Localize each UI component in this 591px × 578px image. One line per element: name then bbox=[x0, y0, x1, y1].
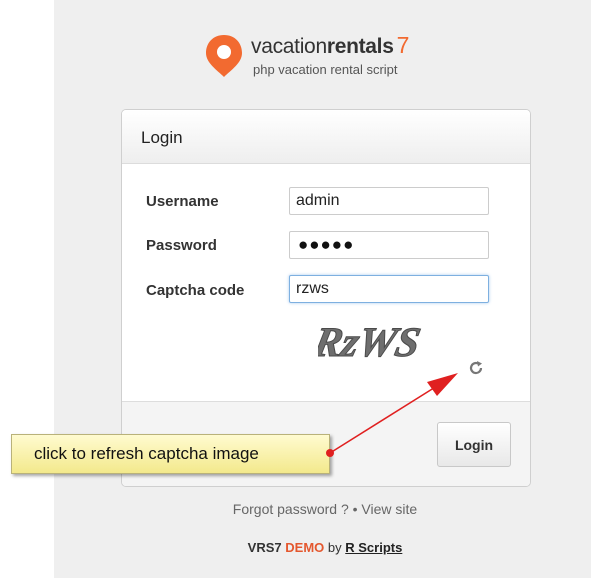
footer-links: Forgot password ? • View site bbox=[0, 501, 591, 517]
view-site-link[interactable]: View site bbox=[361, 501, 417, 517]
forgot-password-link[interactable]: Forgot password ? bbox=[233, 501, 349, 517]
brand-name-bold: rentals bbox=[326, 35, 394, 58]
username-input[interactable] bbox=[289, 187, 489, 215]
password-mask: ●●●●● bbox=[298, 235, 355, 254]
credit-product: VRS7 bbox=[247, 540, 282, 555]
annotation-callout: click to refresh captcha image bbox=[11, 434, 330, 474]
credit-by: by bbox=[327, 540, 342, 555]
map-pin-icon bbox=[206, 35, 242, 77]
login-button[interactable]: Login bbox=[437, 422, 511, 467]
brand-name: vacationrentals 7 bbox=[251, 32, 409, 59]
captcha-input[interactable] bbox=[289, 275, 489, 303]
credit-demo: DEMO bbox=[285, 540, 325, 555]
link-separator: • bbox=[352, 501, 358, 517]
r-scripts-link[interactable]: R Scripts bbox=[345, 540, 402, 555]
password-input[interactable]: ●●●●● bbox=[289, 231, 489, 259]
password-label: Password bbox=[146, 237, 217, 254]
username-label: Username bbox=[146, 193, 219, 210]
login-card-title: Login bbox=[122, 110, 530, 164]
brand-name-light: vacation bbox=[251, 35, 327, 58]
captcha-label: Captcha code bbox=[146, 282, 245, 299]
brand-tagline: php vacation rental script bbox=[253, 62, 398, 77]
credit-line: VRS7 DEMO by R Scripts bbox=[0, 540, 591, 555]
refresh-icon[interactable] bbox=[468, 360, 484, 376]
brand-logo: vacationrentals 7 php vacation rental scr… bbox=[205, 32, 465, 82]
login-card: Login Username Password ●●●●● Captcha co… bbox=[121, 109, 531, 487]
captcha-image: RzWS bbox=[318, 319, 425, 366]
brand-version: 7 bbox=[396, 32, 410, 58]
captcha-image-text: RzWS bbox=[318, 319, 424, 365]
